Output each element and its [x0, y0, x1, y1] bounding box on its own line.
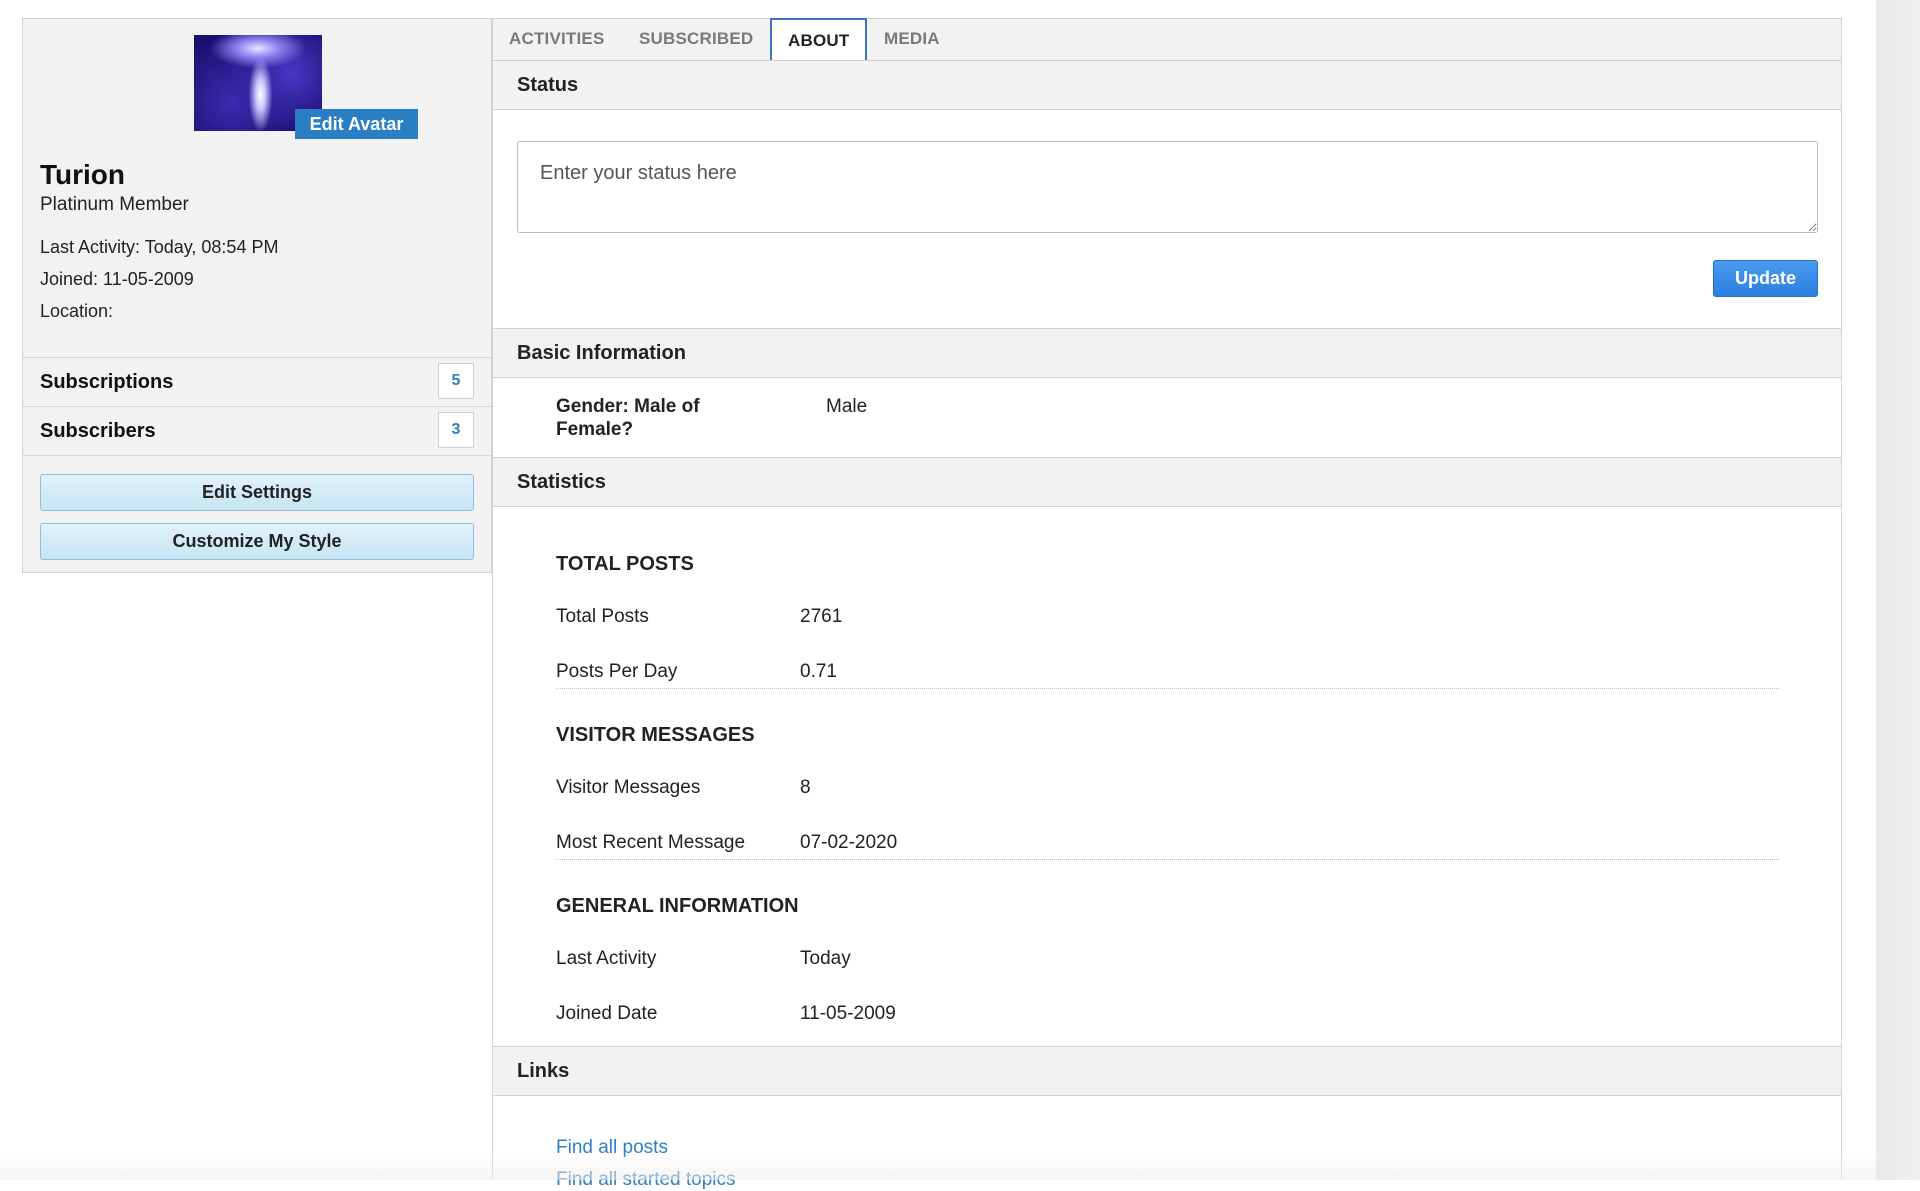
profile-tabs: ACTIVITIES SUBSCRIBED ABOUT MEDIA — [493, 18, 1841, 62]
total-posts-label: Total Posts — [556, 606, 649, 627]
most-recent-message-label: Most Recent Message — [556, 832, 746, 853]
tab-about[interactable]: ABOUT — [770, 18, 868, 62]
tab-subscribed[interactable]: SUBSCRIBED — [639, 19, 753, 61]
subscriptions-label: Subscriptions — [40, 371, 174, 393]
profile-main-panel: ACTIVITIES SUBSCRIBED ABOUT MEDIA Status… — [492, 18, 1842, 1190]
user-rank: Platinum Member — [40, 194, 189, 215]
tab-media[interactable]: MEDIA — [884, 19, 940, 61]
links-header: Links — [493, 1046, 1841, 1096]
last-activity-value: Today — [800, 948, 851, 969]
stats-divider — [556, 859, 1779, 860]
window-right-gutter — [1876, 0, 1920, 1180]
status-input[interactable] — [517, 141, 1818, 233]
posts-per-day-value: 0.71 — [800, 661, 837, 682]
subscribers-label: Subscribers — [40, 420, 156, 442]
location-info: Location: — [40, 301, 114, 321]
visitor-messages-title: VISITOR MESSAGES — [556, 724, 755, 746]
tab-activities[interactable]: ACTIVITIES — [509, 19, 605, 61]
joined-date-label: Joined Date — [556, 1003, 658, 1024]
total-posts-title: TOTAL POSTS — [556, 553, 694, 575]
find-all-posts-link[interactable]: Find all posts — [556, 1137, 668, 1159]
general-information-title: GENERAL INFORMATION — [556, 895, 799, 917]
sidebar-divider — [23, 455, 491, 456]
find-all-started-topics-link[interactable]: Find all started topics — [556, 1169, 736, 1191]
joined-date-value: 11-05-2009 — [800, 1003, 896, 1024]
visitor-messages-value: 8 — [800, 777, 811, 798]
joined-info: Joined: 11-05-2009 — [40, 269, 194, 289]
basic-information-header: Basic Information — [493, 328, 1841, 378]
subscriptions-row[interactable]: Subscriptions 5 — [23, 357, 491, 405]
last-activity-label: Last Activity — [556, 948, 657, 969]
profile-sidebar: Edit Avatar Turion Platinum Member Last … — [22, 18, 492, 573]
gender-value: Male — [826, 396, 868, 417]
edit-avatar-button[interactable]: Edit Avatar — [295, 109, 418, 139]
subscribers-row[interactable]: Subscribers 3 — [23, 406, 491, 454]
subscribers-count-badge[interactable]: 3 — [438, 412, 474, 448]
stats-divider — [556, 688, 1779, 689]
last-activity-info: Last Activity: Today, 08:54 PM — [40, 237, 279, 257]
status-header: Status — [493, 60, 1841, 110]
customize-style-button[interactable]: Customize My Style — [40, 523, 474, 560]
edit-settings-button[interactable]: Edit Settings — [40, 474, 474, 511]
statistics-header: Statistics — [493, 457, 1841, 507]
posts-per-day-label: Posts Per Day — [556, 661, 678, 682]
visitor-messages-label: Visitor Messages — [556, 777, 701, 798]
subscriptions-count-badge[interactable]: 5 — [438, 363, 474, 399]
gender-label: Gender: Male of Female? — [556, 396, 700, 440]
most-recent-message-value: 07-02-2020 — [800, 832, 898, 853]
total-posts-value: 2761 — [800, 606, 843, 627]
update-status-button[interactable]: Update — [1713, 260, 1818, 297]
user-name: Turion — [40, 159, 126, 190]
